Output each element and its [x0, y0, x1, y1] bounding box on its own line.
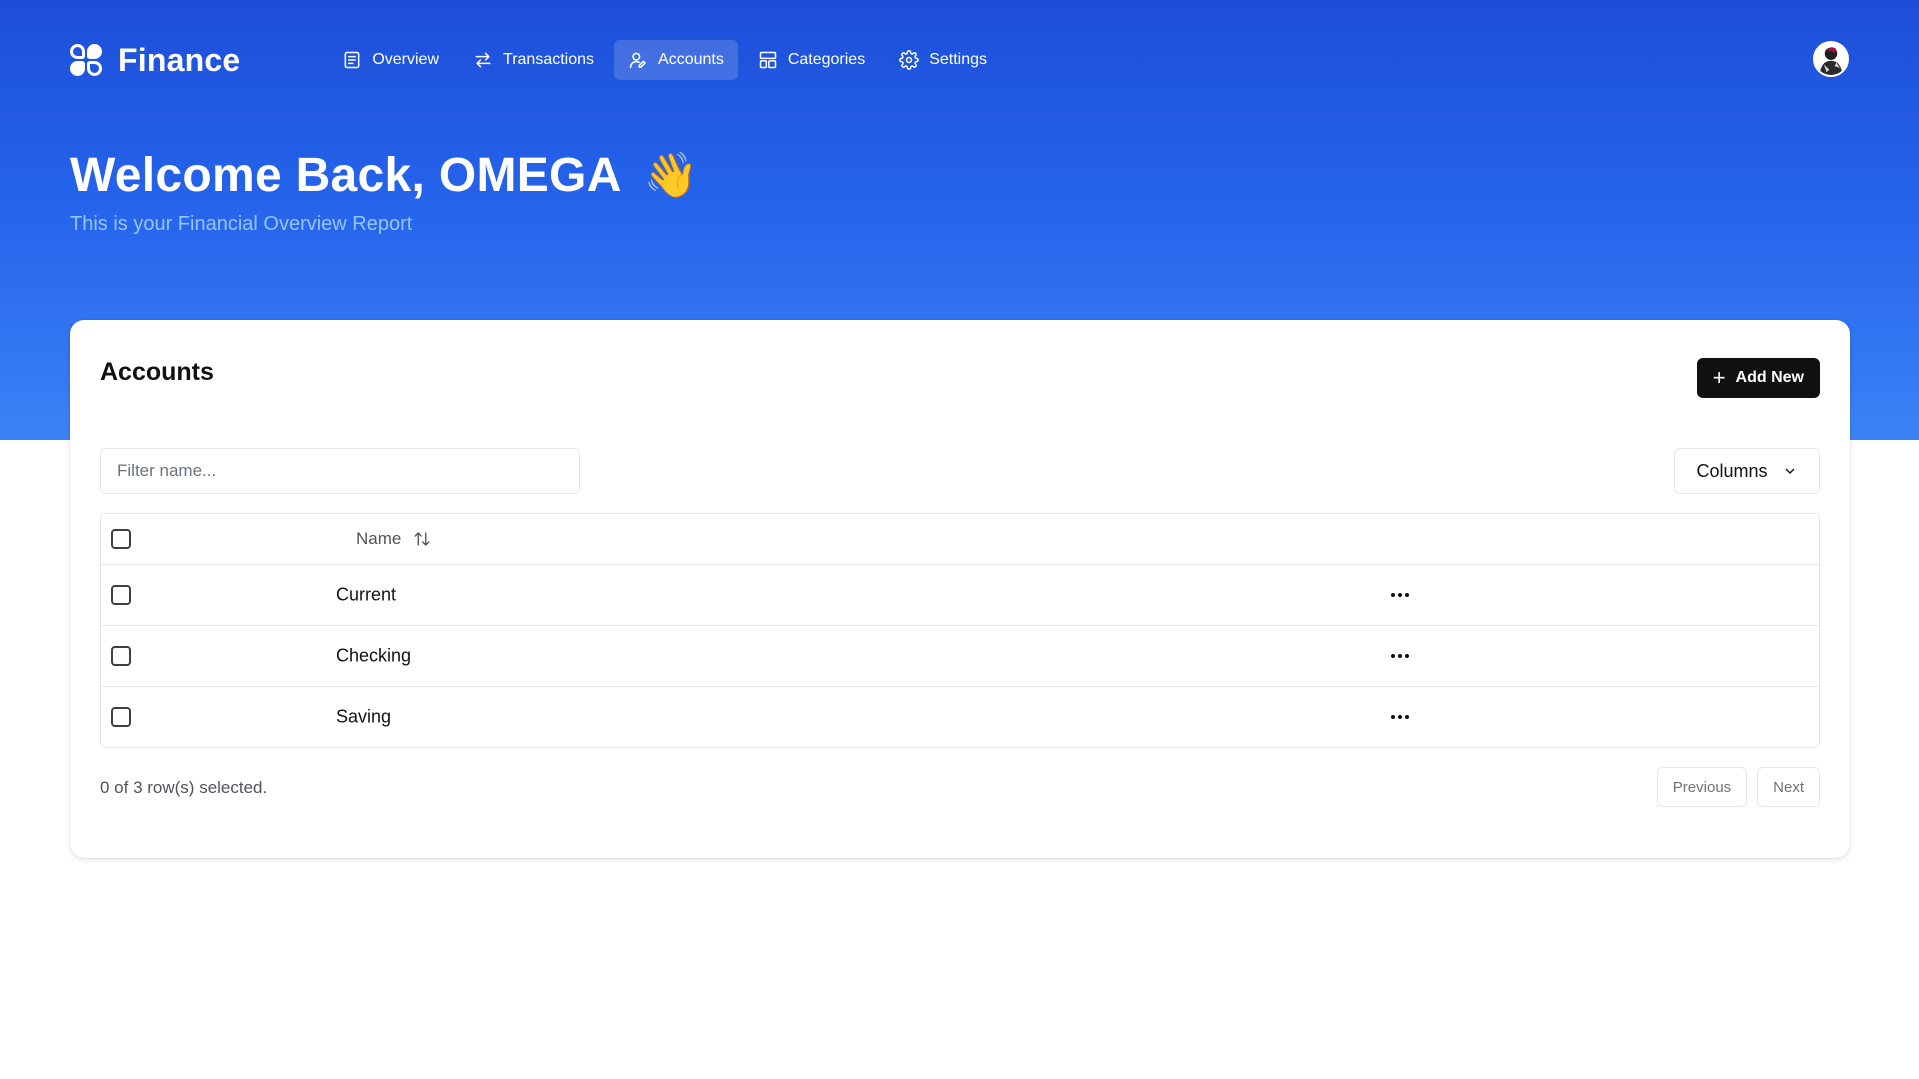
arrows-left-right-icon [475, 52, 491, 68]
columns-label: Columns [1696, 460, 1768, 481]
accounts-card: Accounts + Add New Columns Name Current … [70, 320, 1850, 858]
columns-dropdown-button[interactable]: Columns [1674, 448, 1820, 494]
layout-grid-icon [759, 51, 777, 69]
account-name-cell: Saving [336, 706, 392, 727]
filter-name-input[interactable] [100, 448, 580, 494]
nav-item-label: Overview [372, 51, 440, 68]
user-avatar[interactable] [1813, 41, 1849, 77]
pagination: Previous Next [1656, 767, 1820, 807]
nav-item-categories[interactable]: Categories [744, 40, 879, 80]
gear-icon [899, 50, 920, 70]
row-actions-more-icon[interactable] [1388, 705, 1412, 729]
page-title: Welcome Back, OMEGA [70, 149, 622, 202]
table-header-row: Name [101, 514, 1819, 564]
nav-item-label: Accounts [658, 51, 724, 68]
waving-hand-icon: 👋 [643, 150, 699, 200]
brand-link[interactable]: Finance [70, 42, 240, 79]
nav-item-label: Settings [929, 51, 988, 68]
nav-item-settings[interactable]: Settings [885, 40, 1001, 80]
nav-item-accounts[interactable]: Accounts [614, 40, 738, 80]
row-checkbox[interactable] [111, 646, 131, 666]
finance-logo-icon [70, 42, 106, 78]
nav-item-label: Categories [787, 51, 866, 68]
row-checkbox[interactable] [111, 585, 131, 605]
table-row: Checking [101, 625, 1819, 686]
selected-rows-count: 0 of 3 row(s) selected. [100, 778, 268, 797]
name-column-header[interactable]: Name [356, 529, 431, 549]
brand-name: Finance [118, 41, 241, 78]
add-new-label: Add New [1735, 369, 1804, 386]
next-page-button[interactable]: Next [1757, 767, 1820, 807]
nav-item-overview[interactable]: Overview [328, 40, 453, 80]
row-checkbox[interactable] [111, 707, 131, 727]
sort-arrows-icon [414, 532, 430, 546]
main-nav: Overview Transactions Accounts Categorie… [328, 40, 1001, 80]
plus-icon: + [1712, 365, 1726, 390]
row-actions-more-icon[interactable] [1388, 644, 1412, 668]
account-name-cell: Current [336, 584, 397, 605]
user-edit-icon [629, 52, 646, 69]
accounts-table: Name Current Checking Saving [100, 513, 1820, 748]
name-column-label: Name [356, 529, 402, 548]
previous-page-button[interactable]: Previous [1656, 767, 1748, 807]
account-name-cell: Checking [336, 645, 412, 666]
chevron-down-icon [1785, 468, 1794, 474]
row-actions-more-icon[interactable] [1388, 583, 1412, 607]
top-navigation-bar: Finance Overview Transactions Accounts C… [70, 38, 1849, 82]
table-row: Current [101, 564, 1819, 625]
page-subtitle: This is your Financial Overview Report [70, 213, 413, 235]
welcome-heading: Welcome Back, OMEGA 👋 [70, 148, 698, 203]
nav-item-label: Transactions [503, 51, 595, 68]
card-title: Accounts [100, 358, 214, 386]
add-new-button[interactable]: + Add New [1696, 358, 1820, 398]
select-all-checkbox[interactable] [111, 529, 131, 549]
nav-item-transactions[interactable]: Transactions [459, 40, 608, 80]
document-list-icon [344, 51, 360, 69]
table-row: Saving [101, 686, 1819, 747]
